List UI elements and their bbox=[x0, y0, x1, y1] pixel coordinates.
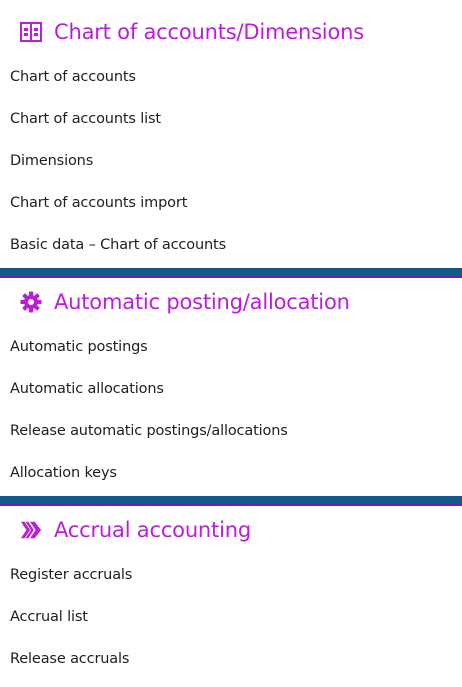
menu-item-dimensions[interactable]: Dimensions bbox=[0, 140, 462, 182]
table-grid-icon bbox=[20, 21, 42, 43]
striped-arrow-icon bbox=[20, 519, 42, 541]
section-automatic-posting: Automatic posting/allocation Automatic p… bbox=[0, 278, 462, 494]
menu-item-release-automatic-postings[interactable]: Release automatic postings/allocations bbox=[0, 410, 462, 452]
menu-item-basic-data-chart-of-accounts[interactable]: Basic data – Chart of accounts bbox=[0, 224, 462, 266]
section-divider bbox=[0, 496, 462, 506]
section-chart-of-accounts: Chart of accounts/Dimensions Chart of ac… bbox=[0, 8, 462, 266]
section-accrual-accounting: Accrual accounting Register accruals Acc… bbox=[0, 506, 462, 680]
section-title: Automatic posting/allocation bbox=[54, 290, 350, 314]
section-divider bbox=[0, 268, 462, 278]
section-title: Chart of accounts/Dimensions bbox=[54, 20, 364, 44]
menu-item-register-accruals[interactable]: Register accruals bbox=[0, 554, 462, 596]
menu-item-chart-of-accounts[interactable]: Chart of accounts bbox=[0, 56, 462, 98]
gear-icon bbox=[20, 291, 42, 313]
menu-item-allocation-keys[interactable]: Allocation keys bbox=[0, 452, 462, 494]
menu-item-chart-of-accounts-list[interactable]: Chart of accounts list bbox=[0, 98, 462, 140]
section-header-accrual-accounting[interactable]: Accrual accounting bbox=[0, 506, 462, 554]
menu-list: Register accruals Accrual list Release a… bbox=[0, 554, 462, 680]
menu-list: Automatic postings Automatic allocations… bbox=[0, 326, 462, 494]
menu-item-automatic-allocations[interactable]: Automatic allocations bbox=[0, 368, 462, 410]
section-title: Accrual accounting bbox=[54, 518, 251, 542]
section-header-chart-of-accounts[interactable]: Chart of accounts/Dimensions bbox=[0, 8, 462, 56]
section-header-automatic-posting[interactable]: Automatic posting/allocation bbox=[0, 278, 462, 326]
menu-item-release-accruals[interactable]: Release accruals bbox=[0, 638, 462, 680]
menu-item-accrual-list[interactable]: Accrual list bbox=[0, 596, 462, 638]
menu-item-chart-of-accounts-import[interactable]: Chart of accounts import bbox=[0, 182, 462, 224]
menu-list: Chart of accounts Chart of accounts list… bbox=[0, 56, 462, 266]
menu-item-automatic-postings[interactable]: Automatic postings bbox=[0, 326, 462, 368]
